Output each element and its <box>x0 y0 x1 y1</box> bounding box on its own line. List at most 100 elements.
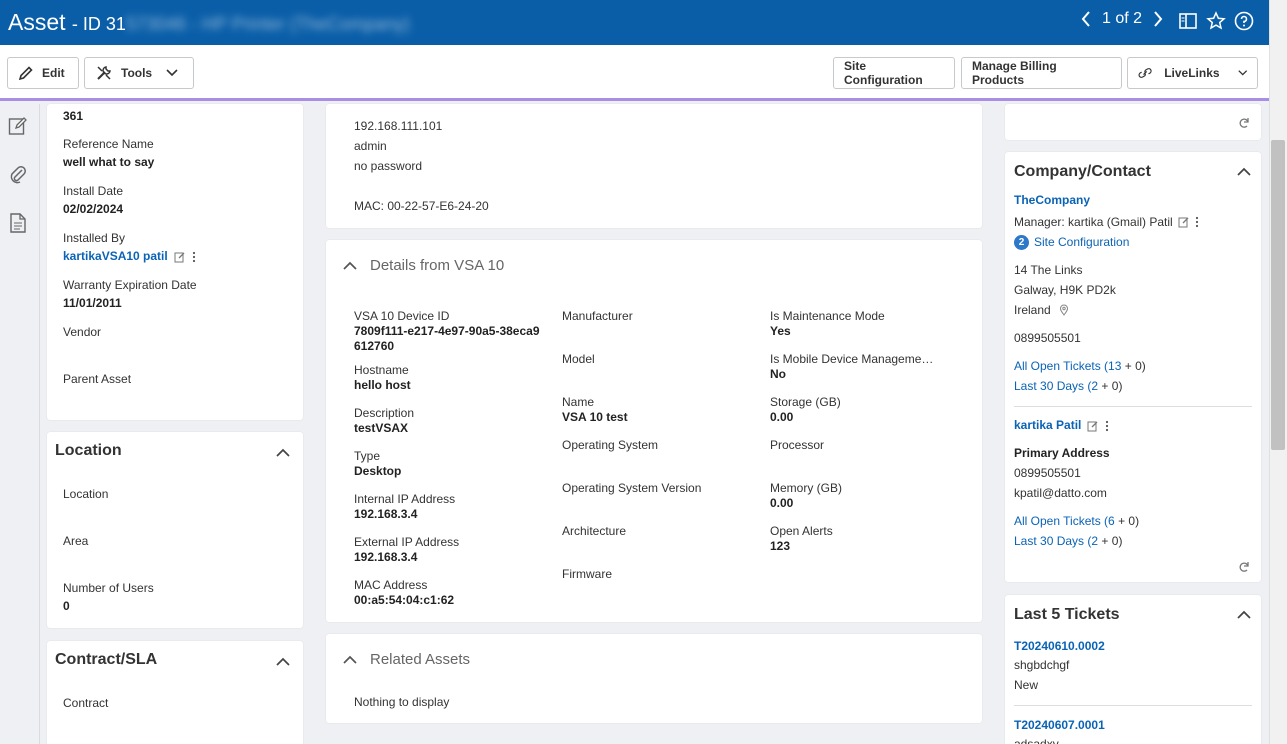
vsa-manufacturer: Manufacturer <box>562 309 633 323</box>
toolbar: Edit Tools Site Configuration Manage Bil… <box>0 45 1269 101</box>
contract-card-title: Contract/SLA <box>55 651 158 668</box>
vsa-open-alerts: Open Alerts 123 <box>770 524 833 553</box>
company-last-30-days[interactable]: Last 30 Days (2 + 0) <box>1014 376 1122 396</box>
chevron-up-icon[interactable] <box>343 655 357 665</box>
vsa-processor: Processor <box>770 438 825 452</box>
company-open-tickets[interactable]: All Open Tickets (13 + 0) <box>1014 356 1146 376</box>
tickets-card-title: Last 5 Tickets <box>1014 606 1120 623</box>
company-card-title: Company/Contact <box>1014 163 1151 180</box>
contact-last-30-days[interactable]: Last 30 Days (2 + 0) <box>1014 531 1122 551</box>
company-address-line2: Galway, H9K PD2k <box>1014 283 1116 297</box>
related-assets-card: Related Assets Nothing to display <box>326 634 982 723</box>
chevron-up-icon[interactable] <box>343 261 357 271</box>
divider <box>1014 406 1252 407</box>
field-install-date: Install Date 02/02/2024 <box>63 184 124 216</box>
pencil-icon <box>18 66 33 81</box>
chevron-up-icon[interactable] <box>276 448 290 458</box>
livelinks-dropdown-button[interactable]: LiveLinks <box>1127 57 1258 89</box>
tools-icon <box>97 66 111 80</box>
contact-phone: 0899505501 <box>1014 466 1081 480</box>
pager-label: 1 of 2 <box>1102 10 1143 27</box>
asset-details-card: 361 Reference Name well what to say Inst… <box>47 104 303 420</box>
document-icon[interactable] <box>8 212 28 234</box>
related-assets-title: Related Assets <box>370 651 471 668</box>
panel-toggle-icon[interactable] <box>1178 11 1198 34</box>
vsa-firmware: Firmware <box>562 567 612 581</box>
right-top-card <box>1005 104 1261 140</box>
primary-address-label: Primary Address <box>1014 446 1110 460</box>
vsa-operating-system: Operating System <box>562 438 659 452</box>
field-number-of-users: Number of Users 0 <box>63 581 154 613</box>
next-record-button[interactable] <box>1152 10 1164 28</box>
refresh-icon[interactable] <box>1238 561 1250 573</box>
vsa-name: Name VSA 10 test <box>562 395 628 424</box>
vsa-internal-ip: Internal IP Address 192.168.3.4 <box>354 492 456 521</box>
vsa-external-ip: External IP Address 192.168.3.4 <box>354 535 460 564</box>
vsa-hostname: Hostname hello host <box>354 363 411 392</box>
page-title: Asset - ID 31573046 - HP Printer (TheCom… <box>8 9 410 35</box>
notes-card: 192.168.111.101 admin no password MAC: 0… <box>326 104 982 228</box>
vsa-maintenance-mode: Is Maintenance Mode Yes <box>770 309 885 338</box>
installed-by-link[interactable]: kartikaVSA10 patil <box>63 249 168 264</box>
more-options-icon[interactable] <box>1195 216 1199 228</box>
vsa-section-title: Details from VSA 10 <box>370 257 505 274</box>
contract-sla-card: Contract/SLA Contract <box>47 641 303 744</box>
divider <box>1014 705 1252 706</box>
manage-billing-products-button[interactable]: Manage Billing Products <box>961 57 1122 89</box>
previous-record-button[interactable] <box>1080 10 1092 28</box>
notes-line: admin <box>354 139 387 153</box>
contact-name: kartika Patil <box>1014 418 1109 433</box>
contact-email-link[interactable]: kpatil@datto.com <box>1014 483 1107 503</box>
vsa-details-card: Details from VSA 10 VSA 10 Device ID 7809… <box>326 240 982 622</box>
tools-dropdown-button[interactable]: Tools <box>84 57 194 89</box>
notes-line: no password <box>354 159 423 173</box>
site-configuration-button[interactable]: Site Configuration <box>833 57 955 89</box>
field-parent-asset: Parent Asset <box>63 372 132 386</box>
vsa-mac-address: MAC Address 00:a5:54:04:c1:62 <box>354 578 455 607</box>
edit-icon[interactable] <box>1178 216 1190 228</box>
ticket-status[interactable]: New <box>1014 675 1038 695</box>
ticket-number-link[interactable]: T20240610.0002 <box>1014 639 1105 654</box>
ticket-number-link[interactable]: T20240607.0001 <box>1014 718 1105 733</box>
vsa-model: Model <box>562 352 595 366</box>
company-site-configuration[interactable]: 2 Site Configuration <box>1014 232 1129 252</box>
field-reference-name: Reference Name well what to say <box>63 137 155 169</box>
company-phone: 0899505501 <box>1014 331 1081 345</box>
vsa-device-id: VSA 10 Device ID 7809f111-e217-4e97-90a5-… <box>354 309 540 353</box>
notes-line: MAC: 00-22-57-E6-24-20 <box>354 199 489 213</box>
page-scrollbar-thumb[interactable] <box>1271 140 1285 450</box>
more-options-icon[interactable] <box>192 251 196 263</box>
contact-name-link[interactable]: kartika Patil <box>1014 418 1081 433</box>
chevron-up-icon[interactable] <box>1237 167 1251 177</box>
left-side-nav <box>0 104 40 744</box>
vsa-memory: Memory (GB) 0.00 <box>770 481 842 510</box>
refresh-icon[interactable] <box>1238 117 1250 129</box>
vsa-os-version: Operating System Version <box>562 481 702 495</box>
company-name-link[interactable]: TheCompany <box>1014 193 1090 208</box>
vsa-storage: Storage (GB) 0.00 <box>770 395 841 424</box>
company-address-line3: Ireland <box>1014 300 1069 320</box>
related-assets-empty: Nothing to display <box>354 695 450 709</box>
edit-icon[interactable] <box>174 251 186 263</box>
field-warranty-expiration: Warranty Expiration Date 11/01/2011 <box>63 278 197 310</box>
record-pager: 1 of 2 <box>1080 10 1164 28</box>
help-icon[interactable] <box>1234 11 1254 34</box>
edit-icon[interactable] <box>1087 420 1099 432</box>
ticket-subject: shgbdchgf <box>1014 658 1070 672</box>
field-area: Area <box>63 534 89 548</box>
company-address-line1: 14 The Links <box>1014 263 1083 277</box>
field-vendor: Vendor <box>63 325 102 339</box>
chevron-down-icon <box>166 69 178 77</box>
favorite-star-icon[interactable] <box>1206 11 1226 34</box>
edit-button[interactable]: Edit <box>7 57 79 89</box>
vsa-description: Description testVSAX <box>354 406 415 435</box>
chevron-up-icon[interactable] <box>276 657 290 667</box>
contact-open-tickets[interactable]: All Open Tickets (6 + 0) <box>1014 511 1139 531</box>
attachment-icon[interactable] <box>8 164 28 186</box>
map-pin-icon[interactable] <box>1059 304 1069 316</box>
more-options-icon[interactable] <box>1105 420 1109 432</box>
field-contract: Contract <box>63 696 109 710</box>
edit-note-icon[interactable] <box>8 116 28 138</box>
company-contact-card: Company/Contact TheCompany Manager: kart… <box>1005 152 1261 582</box>
chevron-up-icon[interactable] <box>1237 610 1251 620</box>
